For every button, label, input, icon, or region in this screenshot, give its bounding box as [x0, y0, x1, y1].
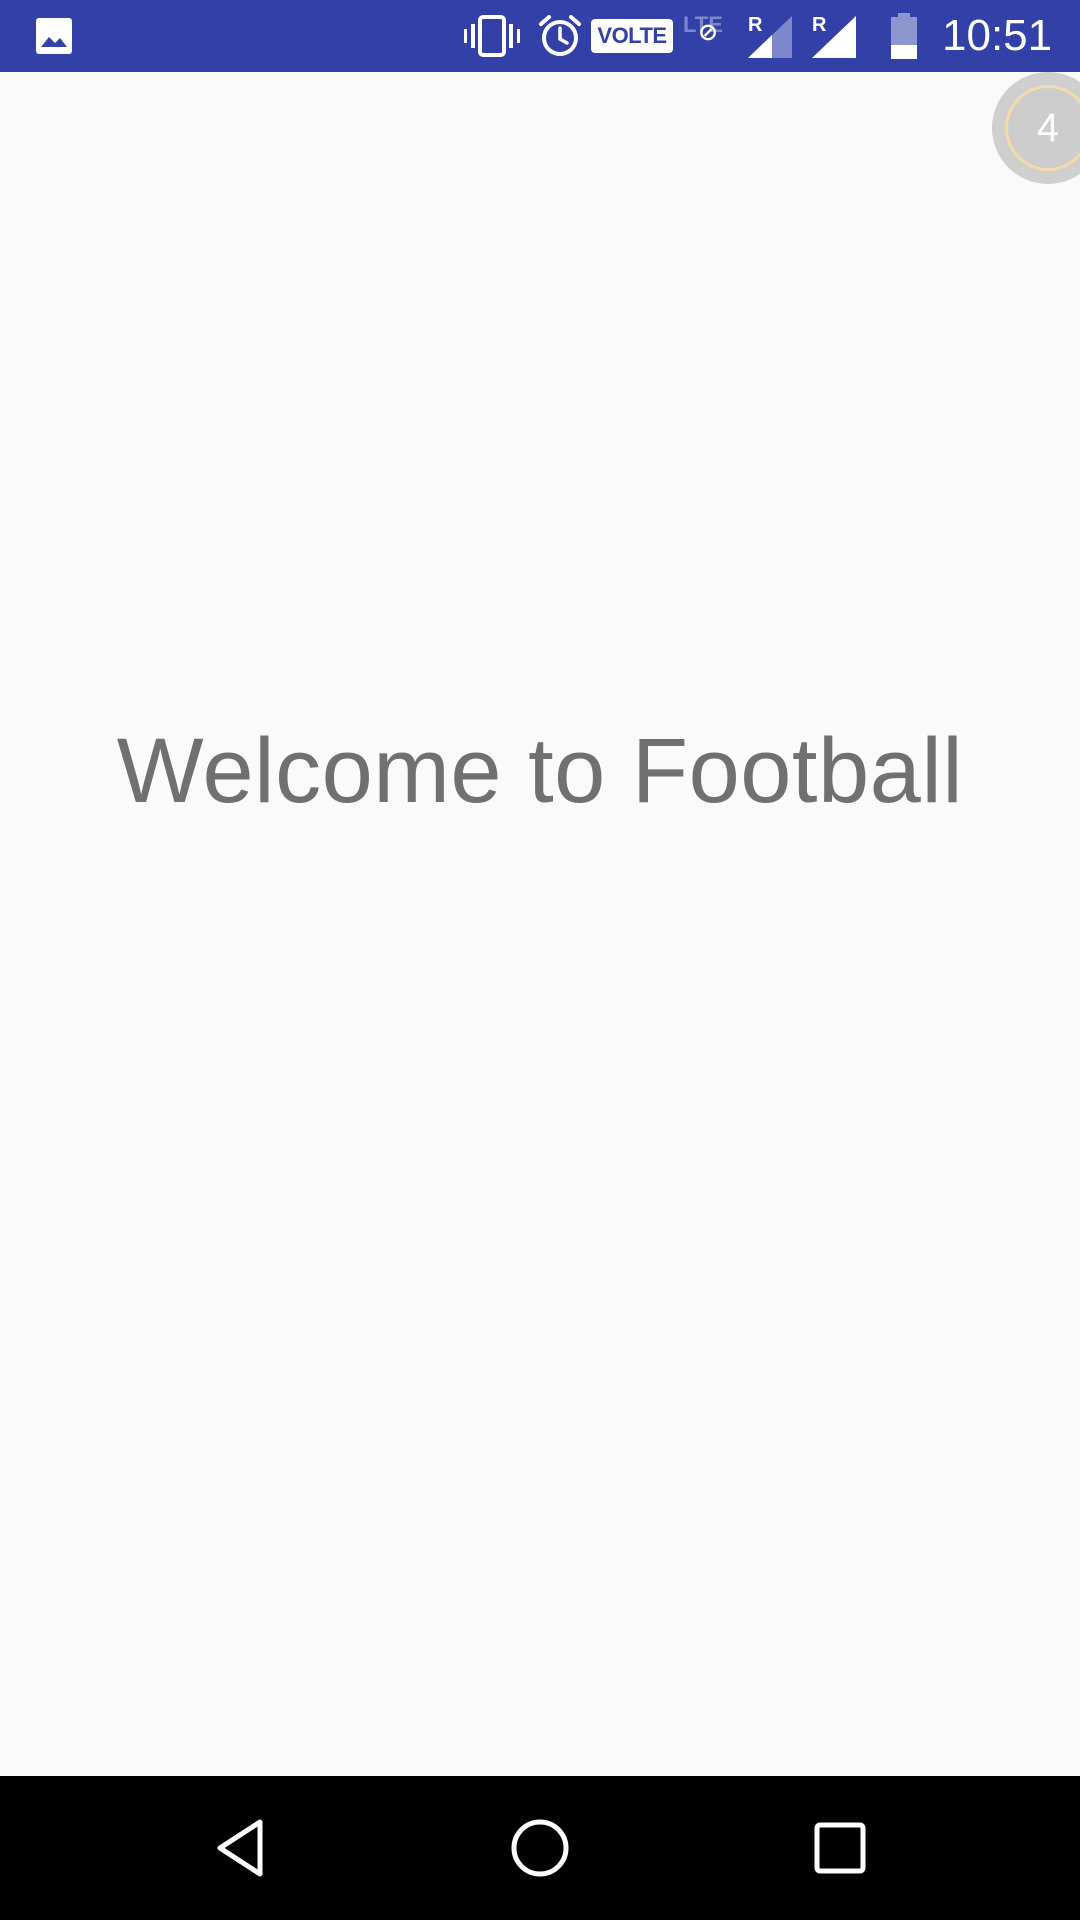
recent-apps-button[interactable]: [780, 1776, 900, 1920]
touch-counter-value: 4: [1005, 85, 1080, 171]
no-data-icon: ⊘: [698, 19, 719, 46]
main-content: Welcome to Football: [0, 72, 1080, 1776]
home-icon: [511, 1819, 569, 1877]
back-icon: [217, 1819, 263, 1877]
roaming-indicator: R: [748, 14, 763, 36]
lte-data-icon: LTE ⊘: [680, 0, 736, 72]
welcome-title: Welcome to Football: [116, 720, 964, 822]
status-bar: VOLTE LTE ⊘ R R 10:51: [0, 0, 1080, 72]
battery-icon: [884, 0, 924, 72]
volte-label: VOLTE: [591, 19, 673, 53]
back-button[interactable]: [180, 1776, 300, 1920]
image-icon: [34, 0, 74, 72]
status-clock: 10:51: [942, 11, 1053, 60]
signal-icon: R: [744, 0, 800, 72]
alarm-icon: [536, 0, 584, 72]
home-button[interactable]: [480, 1776, 600, 1920]
signal-icon-2: R: [808, 0, 864, 72]
recent-apps-icon: [814, 1822, 866, 1874]
roaming-indicator-2: R: [812, 14, 827, 36]
navigation-bar: [0, 1776, 1080, 1920]
vibrate-icon: [462, 0, 522, 72]
volte-badge: VOLTE: [591, 0, 673, 72]
